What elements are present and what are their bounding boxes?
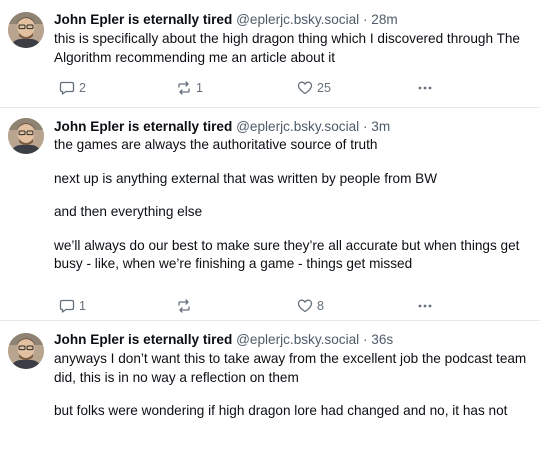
post-timestamp[interactable]: 3m bbox=[371, 119, 390, 134]
post-2[interactable]: John Epler is eternally tired @eplerjc.b… bbox=[0, 108, 540, 320]
repost-button[interactable] bbox=[176, 297, 196, 315]
post-paragraph: and then everything else bbox=[54, 204, 203, 219]
author-handle[interactable]: @eplerjc.bsky.social bbox=[236, 119, 359, 134]
post-text: the games are always the authoritative s… bbox=[54, 136, 532, 274]
ellipsis-icon bbox=[418, 304, 432, 308]
heart-outline-icon bbox=[297, 81, 313, 95]
separator-dot: · bbox=[362, 12, 368, 27]
post-paragraph: this is specifically about the high drag… bbox=[54, 31, 520, 65]
more-options-button[interactable] bbox=[417, 79, 433, 97]
repost-arrows-icon bbox=[178, 299, 190, 313]
post-header: John Epler is eternally tired @eplerjc.b… bbox=[54, 331, 393, 349]
post-3[interactable]: John Epler is eternally tired @eplerjc.b… bbox=[0, 321, 540, 457]
author-handle[interactable]: @eplerjc.bsky.social bbox=[236, 12, 359, 27]
author-name[interactable]: John Epler is eternally tired bbox=[54, 12, 232, 27]
reply-button[interactable]: 1 bbox=[59, 297, 86, 315]
repost-count: 1 bbox=[196, 81, 203, 95]
post-paragraph: but folks were wondering if high dragon … bbox=[54, 403, 508, 418]
post-text: anyways I don’t want this to take away f… bbox=[54, 350, 532, 421]
reply-count: 2 bbox=[79, 81, 86, 95]
avatar[interactable] bbox=[8, 12, 44, 48]
author-name[interactable]: John Epler is eternally tired bbox=[54, 119, 232, 134]
like-button[interactable]: 25 bbox=[297, 79, 331, 97]
post-paragraph: next up is anything external that was wr… bbox=[54, 170, 438, 186]
like-button[interactable]: 8 bbox=[297, 297, 324, 315]
post-actions: 2 1 25 bbox=[54, 79, 454, 97]
post-paragraph: anyways I don’t want this to take away f… bbox=[54, 351, 527, 385]
post-timestamp[interactable]: 36s bbox=[371, 332, 393, 347]
separator-dot: · bbox=[362, 332, 368, 347]
repost-button[interactable]: 1 bbox=[176, 79, 203, 97]
post-actions: 1 8 bbox=[54, 297, 454, 315]
author-handle[interactable]: @eplerjc.bsky.social bbox=[236, 332, 359, 347]
avatar[interactable] bbox=[8, 333, 44, 369]
reply-count: 1 bbox=[79, 299, 86, 313]
reply-button[interactable]: 2 bbox=[59, 79, 86, 97]
separator-dot: · bbox=[362, 119, 368, 134]
post-header: John Epler is eternally tired @eplerjc.b… bbox=[54, 118, 390, 136]
heart-outline-icon bbox=[297, 299, 313, 313]
post-header: John Epler is eternally tired @eplerjc.b… bbox=[54, 11, 398, 29]
avatar[interactable] bbox=[8, 118, 44, 154]
speech-bubble-icon bbox=[59, 299, 75, 313]
more-options-button[interactable] bbox=[417, 297, 433, 315]
author-name[interactable]: John Epler is eternally tired bbox=[54, 332, 232, 347]
post-1[interactable]: John Epler is eternally tired @eplerjc.b… bbox=[0, 0, 540, 108]
repost-arrows-icon bbox=[178, 81, 190, 95]
post-text: this is specifically about the high drag… bbox=[54, 30, 532, 67]
ellipsis-icon bbox=[418, 86, 432, 90]
post-paragraph: we’ll always do our best to make sure th… bbox=[54, 237, 520, 272]
like-count: 25 bbox=[317, 81, 331, 95]
like-count: 8 bbox=[317, 299, 324, 313]
post-timestamp[interactable]: 28m bbox=[371, 12, 397, 27]
post-paragraph: the games are always the authoritative s… bbox=[54, 137, 378, 152]
speech-bubble-icon bbox=[59, 81, 75, 95]
